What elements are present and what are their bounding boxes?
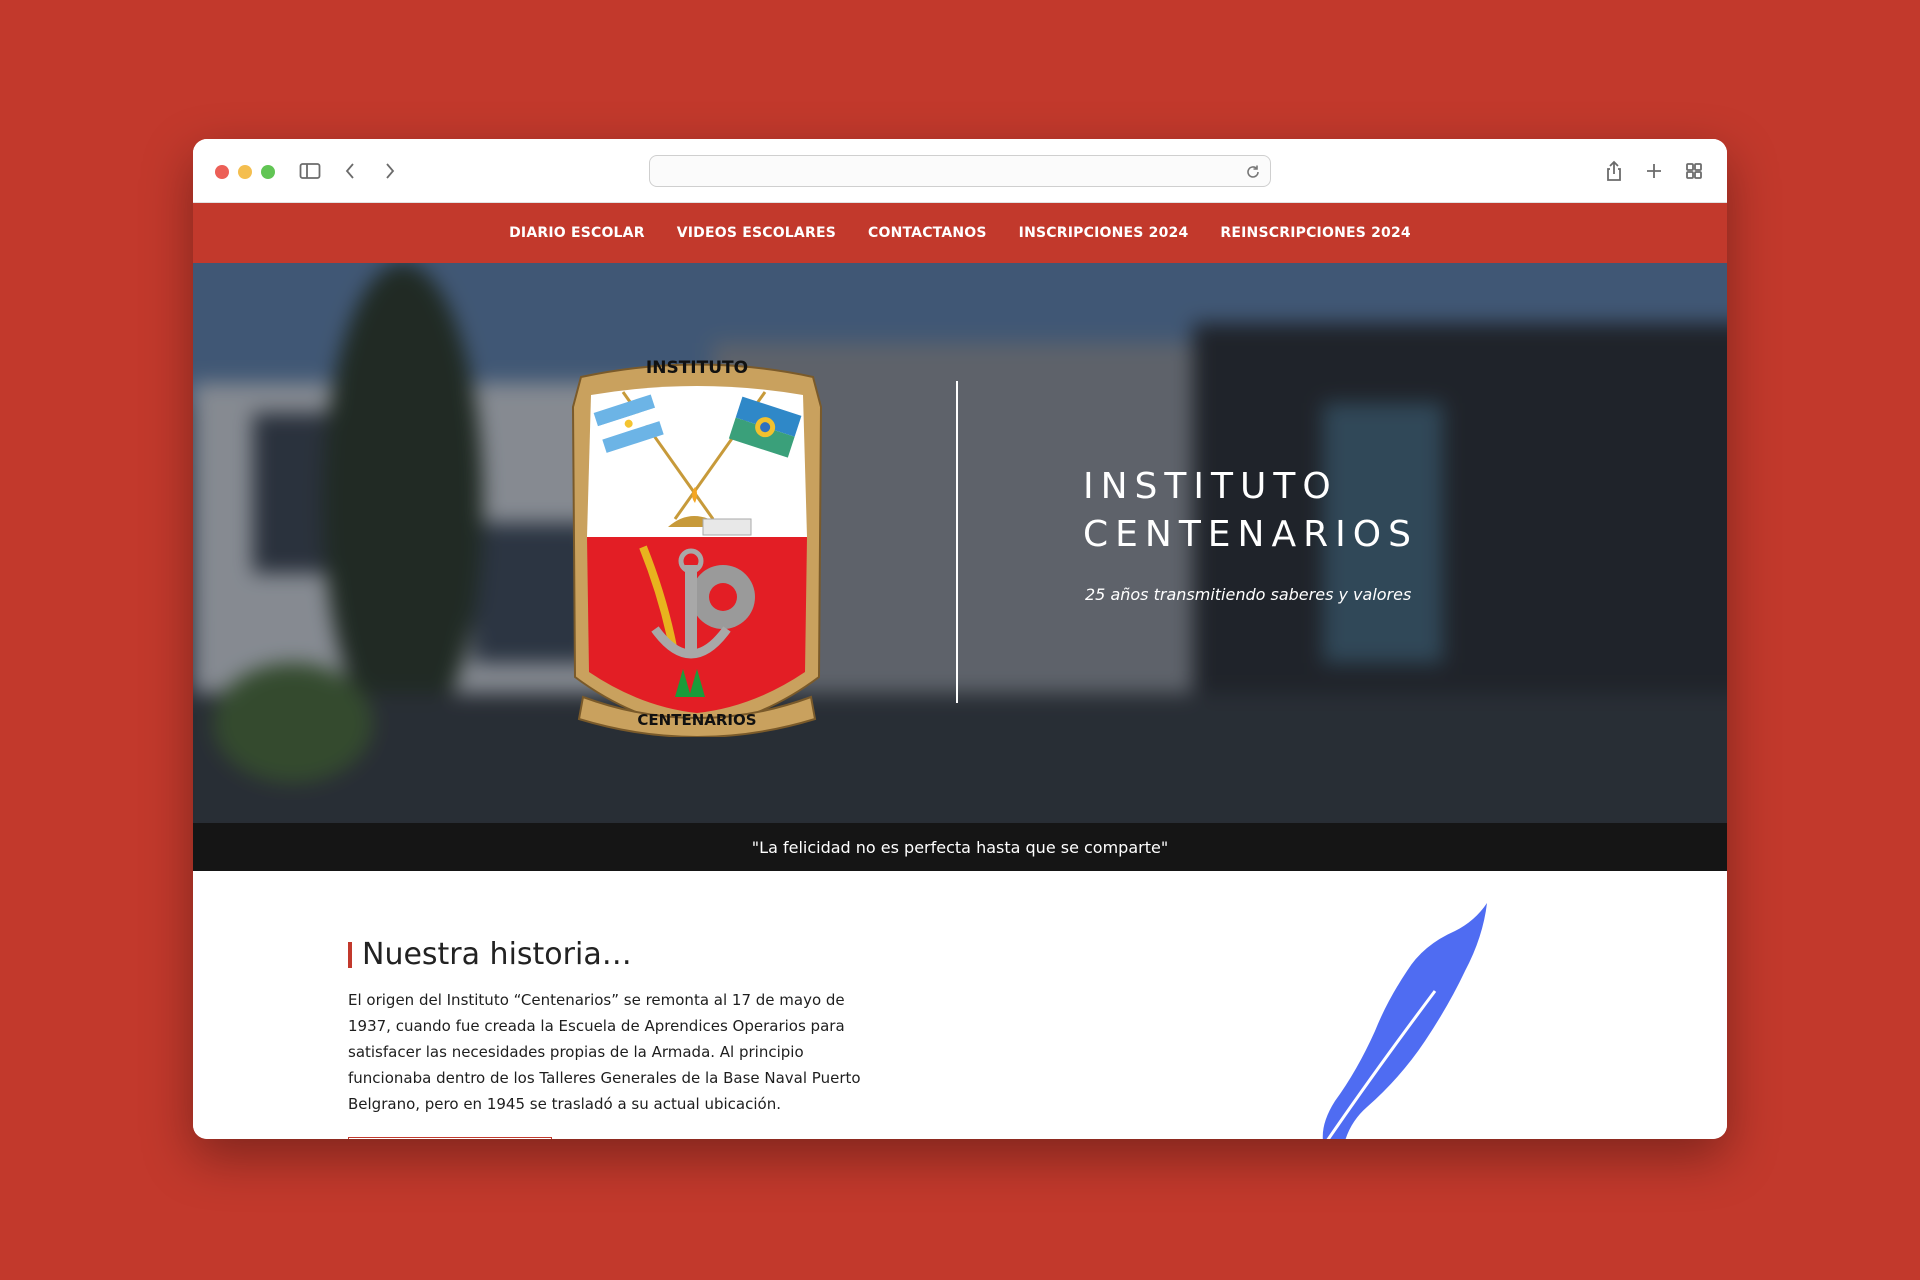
tab-overview-icon[interactable] [1679,157,1709,185]
nav-contactanos[interactable]: CONTACTANOS [868,225,987,241]
hero-title: INSTITUTO CENTENARIOS [1083,463,1483,559]
reload-icon[interactable] [1244,163,1262,181]
minimize-window-button[interactable] [238,165,252,179]
forward-icon[interactable] [375,157,405,185]
new-tab-icon[interactable] [1639,157,1669,185]
nav-inscripciones[interactable]: INSCRIPCIONES 2024 [1019,225,1189,241]
zoom-window-button[interactable] [261,165,275,179]
history-section: Nuestra historia… El origen del Institut… [193,871,1727,1139]
quote-text: "La felicidad no es perfecta hasta que s… [751,837,1169,857]
site-nav: DIARIO ESCOLAR VIDEOS ESCOLARES CONTACTA… [193,203,1727,263]
address-bar[interactable] [649,155,1271,187]
browser-toolbar [193,139,1727,203]
feather-icon [1322,903,1487,1139]
hero-divider [956,381,958,703]
hero-overlay [193,263,1727,823]
crest-top-text: INSTITUTO [646,358,748,378]
nav-videos-escolares[interactable]: VIDEOS ESCOLARES [677,225,836,241]
quote-bar: "La felicidad no es perfecta hasta que s… [193,823,1727,871]
share-icon[interactable] [1599,157,1629,185]
hero-title-line2: CENTENARIOS [1083,514,1418,555]
history-title: Nuestra historia… [362,937,632,972]
hero-banner: INSTITUTO CENTENARIOS INSTITUTO CENTENAR… [193,263,1727,823]
history-paragraph: El origen del Instituto “Centenarios” se… [348,991,861,1113]
school-crest-logo: INSTITUTO CENTENARIOS [571,358,823,737]
hero-title-line1: INSTITUTO [1083,466,1338,507]
sidebar-icon[interactable] [295,157,325,185]
history-heading: Nuestra historia… [348,937,632,972]
close-window-button[interactable] [215,165,229,179]
browser-window: DIARIO ESCOLAR VIDEOS ESCOLARES CONTACTA… [193,139,1727,1139]
nav-diario-escolar[interactable]: DIARIO ESCOLAR [509,225,645,241]
url-input[interactable] [662,161,1222,183]
hero-subtitle: 25 años transmitiendo saberes y valores [1085,585,1412,604]
read-more-button[interactable] [348,1137,552,1139]
back-icon[interactable] [335,157,365,185]
crest-bottom-text: CENTENARIOS [637,711,756,729]
heading-accent-bar [348,941,352,968]
nav-reinscripciones[interactable]: REINSCRIPCIONES 2024 [1220,225,1410,241]
